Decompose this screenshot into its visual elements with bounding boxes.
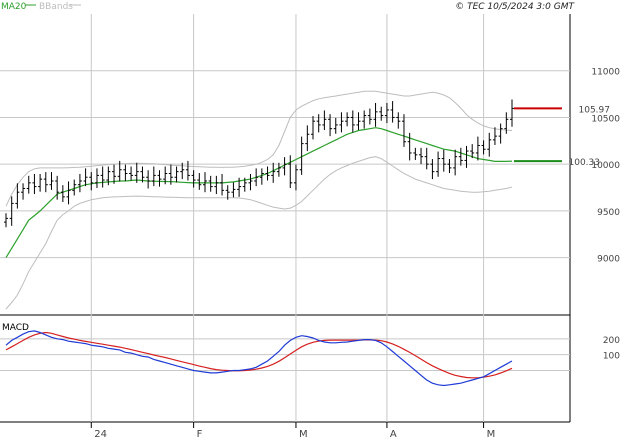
ohlc-bar xyxy=(350,110,355,133)
axis-labels: 11000 10500 10000 9500 9000 24 F M A M xyxy=(94,68,620,440)
ohlc-bar xyxy=(208,175,213,192)
time-tick-label: A xyxy=(390,429,397,440)
ohlc-bar xyxy=(441,149,446,172)
stock-chart: 105.97 100.33 200 100 11000 10500 10000 9500 9… xyxy=(0,0,627,440)
ohlc-bar xyxy=(89,172,94,191)
ohlc-bar xyxy=(498,123,503,144)
ohlc-bar xyxy=(311,116,316,140)
time-tick-label: M xyxy=(299,429,308,440)
ohlc-bar xyxy=(83,168,88,187)
ohlc-bar xyxy=(38,173,43,192)
ohlc-bar xyxy=(157,170,162,187)
ohlc-bar xyxy=(481,140,486,155)
ohlc-bar xyxy=(191,170,196,188)
ohlc-bar xyxy=(322,110,327,131)
ohlc-bar xyxy=(339,112,344,133)
bband-upper xyxy=(5,90,513,207)
ohlc-bar xyxy=(129,166,134,181)
ohlc-bar xyxy=(333,117,338,134)
bbands-legend: BBands xyxy=(39,2,73,12)
ohlc-bar xyxy=(77,173,82,193)
macd-title: MACD xyxy=(2,323,29,333)
ohlc-bar xyxy=(362,110,367,129)
ohlc-bar xyxy=(430,159,435,180)
copyright-timestamp: © TEC 10/5/2024 3:0 GMT xyxy=(455,2,575,12)
ohlc-bar xyxy=(293,164,298,191)
chart-canvas: 105.97100.33 200100 11000105001000095009… xyxy=(0,2,620,440)
ohlc-bar xyxy=(424,147,429,170)
ohlc-bar xyxy=(419,147,424,165)
ohlc-bar xyxy=(367,108,372,125)
bollinger-bands xyxy=(5,90,513,310)
ohlc-bar xyxy=(248,173,253,191)
ohlc-bar xyxy=(384,102,389,124)
ohlc-bar xyxy=(305,125,310,152)
ohlc-bar xyxy=(396,112,401,129)
ohlc-bar xyxy=(401,114,406,147)
ohlc-bar xyxy=(390,101,395,123)
ohlc-bar xyxy=(123,164,128,181)
ohlc-bar xyxy=(276,162,281,177)
ohlc-bar xyxy=(174,166,179,183)
price-tick-label: 10000 xyxy=(591,161,620,171)
ohlc-bar xyxy=(43,172,48,193)
macd-panel: 200 100 xyxy=(0,330,620,387)
ohlc-bar xyxy=(265,166,270,181)
ohlc-bar xyxy=(356,112,361,131)
ohlc-bar xyxy=(345,112,350,127)
time-tick-label: 24 xyxy=(94,429,107,440)
ohlc-bar xyxy=(49,172,54,190)
time-tick-label: F xyxy=(197,429,203,440)
ma20-legend: MA20 xyxy=(1,2,27,12)
ohlc-bar xyxy=(373,102,378,127)
ohlc-bar xyxy=(510,99,514,127)
ohlc-bar xyxy=(146,170,151,189)
ohlc-bar xyxy=(202,172,207,193)
bband-lower xyxy=(5,156,513,310)
ohlc-bar xyxy=(379,106,384,121)
ohlc-bar xyxy=(66,181,71,205)
ohlc-bar xyxy=(288,155,293,188)
macd-tick-label: 100 xyxy=(603,352,620,362)
ohlc-bar xyxy=(487,132,492,157)
macd-tick-label: 200 xyxy=(603,336,620,346)
time-tick-label: M xyxy=(487,429,496,440)
price-tick-label: 9500 xyxy=(597,208,620,218)
ma20-line xyxy=(5,127,513,258)
ohlc-bar xyxy=(214,175,219,195)
ohlc-bar xyxy=(32,173,37,195)
ohlc-bar xyxy=(259,168,264,185)
ohlc-bar xyxy=(26,175,31,194)
ohlc-bar xyxy=(458,147,463,166)
ohlc-bar xyxy=(94,168,99,188)
price-tick-label: 9000 xyxy=(597,255,620,265)
ohlc-bar xyxy=(316,114,321,133)
ohlc-bar xyxy=(453,149,458,176)
ohlc-bar xyxy=(197,173,202,190)
price-tick-label: 11000 xyxy=(591,68,620,78)
ohlc-bar xyxy=(21,183,26,200)
ma20-series xyxy=(5,127,513,258)
price-tick-label: 10500 xyxy=(591,114,620,124)
ohlc-bar xyxy=(447,159,452,174)
ohlc-bar xyxy=(492,127,497,146)
ohlc-bar xyxy=(220,173,225,196)
ohlc-bar xyxy=(60,185,65,203)
header: MA20 BBands © TEC 10/5/2024 3:0 GMT xyxy=(1,2,576,12)
grid-lines xyxy=(0,14,571,428)
ohlc-bar xyxy=(475,136,480,161)
ohlc-bar xyxy=(151,166,156,187)
ohlc-bar xyxy=(413,147,418,160)
ohlc-bar xyxy=(271,162,276,183)
ohlc-bar xyxy=(100,166,105,188)
ohlc-bar xyxy=(231,182,236,198)
ohlc-bar xyxy=(180,162,185,180)
ohlc-bar xyxy=(4,213,8,228)
macd-label: MACD xyxy=(2,323,29,333)
